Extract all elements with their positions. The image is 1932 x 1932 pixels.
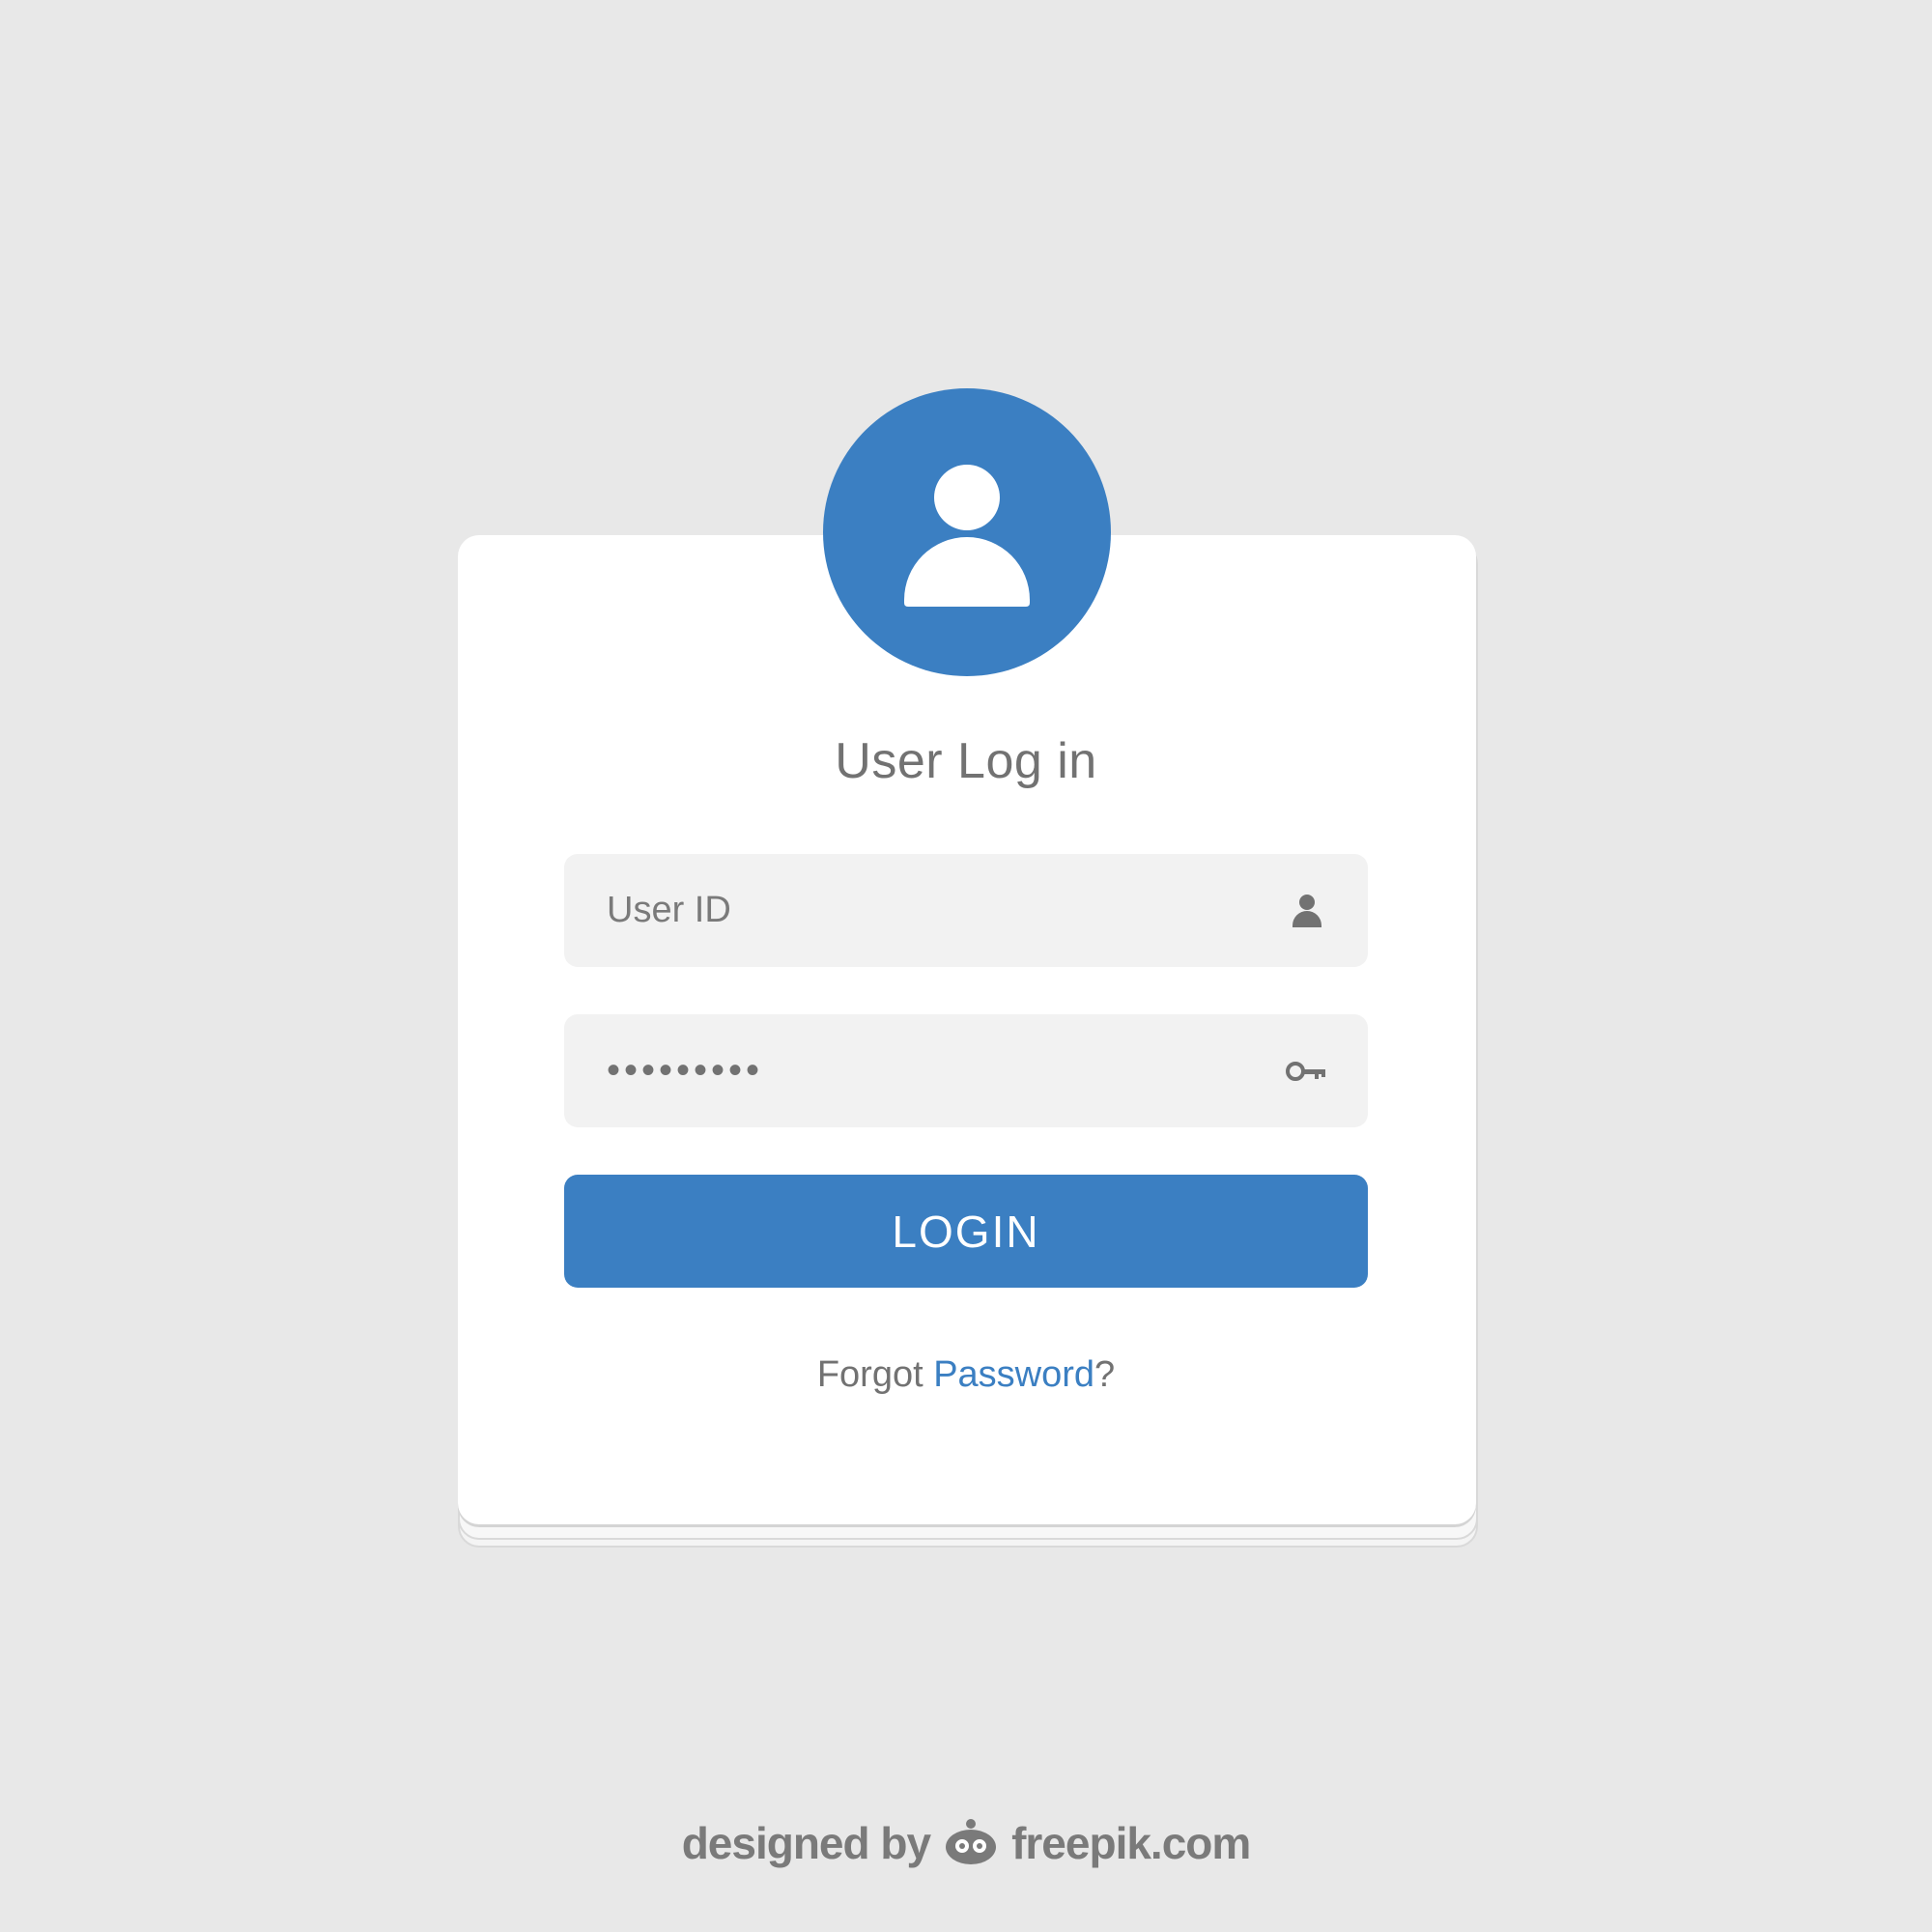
forgot-prefix: Forgot	[816, 1354, 934, 1395]
user-icon	[1283, 854, 1331, 967]
password-input[interactable]	[607, 1014, 1225, 1127]
user-id-field[interactable]	[564, 854, 1368, 967]
avatar	[823, 388, 1111, 676]
password-field[interactable]	[564, 1014, 1368, 1127]
forgot-suffix: ?	[1094, 1354, 1116, 1395]
credit-site: freepik.com	[1011, 1818, 1251, 1868]
credit-prefix: designed by	[681, 1818, 931, 1868]
key-icon	[1283, 1014, 1331, 1127]
freepik-logo-icon	[944, 1816, 998, 1870]
forgot-password: Forgot Password?	[0, 1354, 1932, 1396]
page-title: User Log in	[835, 733, 1097, 789]
user-avatar-icon	[904, 465, 1030, 607]
forgot-password-link[interactable]: Password	[933, 1354, 1094, 1395]
credit: designed by freepik.com	[0, 1816, 1932, 1870]
login-button[interactable]: LOGIN	[564, 1175, 1368, 1288]
user-id-input[interactable]	[607, 854, 1225, 967]
